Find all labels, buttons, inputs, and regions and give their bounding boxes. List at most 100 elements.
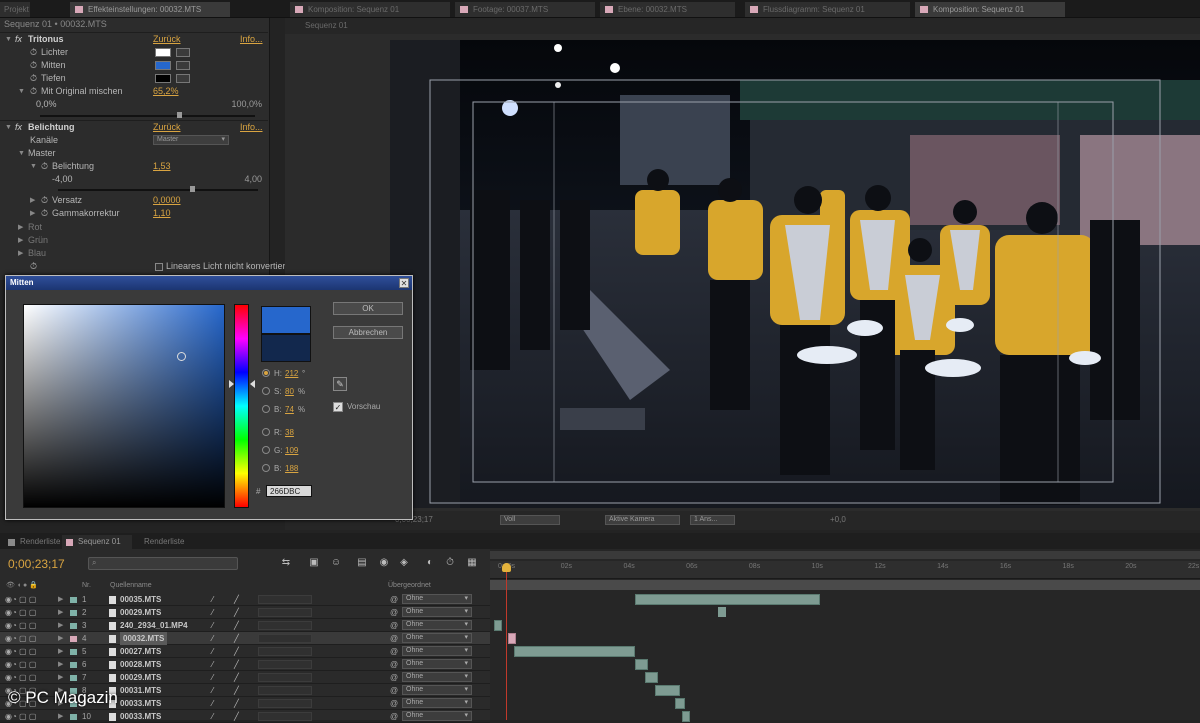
layer-row[interactable]: ◉◔ ▢ ▢ ▶ 10 00033.MTS ⁄ ╱ @ Ohne ▾ [0, 710, 490, 723]
layer-name[interactable]: 00032.MTS [120, 632, 168, 645]
hex-color-input[interactable]: 266DBC [266, 485, 312, 497]
exposure-value[interactable]: 1,53 [153, 160, 171, 173]
graph-editor-icon[interactable]: ▦ [466, 557, 478, 569]
parent-dropdown[interactable]: Ohne ▾ [402, 607, 472, 617]
layer-label-color[interactable] [70, 597, 77, 603]
layer-clip-bar[interactable] [675, 698, 685, 709]
layer-clip-bar[interactable] [508, 633, 516, 644]
fx-switch-icon[interactable]: ╱ [234, 671, 239, 684]
viewer-sequence-label[interactable]: Sequenz 01 [305, 21, 348, 30]
quality-switch-icon[interactable]: ⁄ [212, 684, 213, 697]
column-header-nr[interactable]: Nr. [82, 581, 91, 591]
parent-dropdown[interactable]: Ohne ▾ [402, 620, 472, 630]
expand-triangle-icon[interactable]: ▶ [58, 658, 63, 671]
eyedropper-icon[interactable]: ✎ [333, 377, 347, 391]
layer-label-color[interactable] [70, 675, 77, 681]
expand-triangle-icon[interactable]: ▶ [30, 194, 35, 207]
stopwatch-icon[interactable]: ⏱ [30, 46, 37, 59]
layer-switches[interactable] [258, 634, 312, 643]
eye-icon[interactable]: ◉◔ ▢ ▢ [5, 632, 36, 645]
hue-radio[interactable] [262, 369, 270, 377]
expand-triangle-icon[interactable]: ▶ [58, 671, 63, 684]
layer-name[interactable]: 00029.MTS [120, 671, 161, 684]
parent-dropdown[interactable]: Ohne ▾ [402, 646, 472, 656]
expand-triangle-icon[interactable]: ▶ [58, 710, 63, 723]
channels-dropdown[interactable]: Master ▾ [153, 135, 229, 145]
tab-render-queue[interactable]: Renderliste [4, 535, 60, 549]
tab-layer[interactable]: Ebene: 00032.MTS [600, 2, 735, 17]
effect-belichtung-header[interactable]: ▼ fx Belichtung Zurück Info... [0, 121, 268, 134]
layer-row[interactable]: ◉◔ ▢ ▢ ▶ 7 00029.MTS ⁄ ╱ @ Ohne ▾ [0, 671, 490, 684]
green-radio[interactable] [262, 446, 270, 454]
expand-triangle-icon[interactable]: ▶ [58, 632, 63, 645]
fx-switch-icon[interactable]: ╱ [234, 619, 239, 632]
shy-layers-icon[interactable]: ☺ [330, 557, 342, 569]
mix-slider-track[interactable] [40, 115, 255, 117]
tritonus-info-link[interactable]: Info... [240, 33, 263, 46]
saturation-brightness-field[interactable] [23, 304, 225, 508]
effect-tritonus-header[interactable]: ▼ fx Tritonus Zurück Info... [0, 33, 268, 46]
mix-slider-knob[interactable] [177, 112, 182, 118]
layer-label-color[interactable] [70, 649, 77, 655]
belichtung-gruen-row[interactable]: ▶ Grün [0, 234, 268, 247]
tab-flowchart[interactable]: Flussdiagramm: Sequenz 01 [745, 2, 910, 17]
layer-label-color[interactable] [70, 636, 77, 642]
layer-row[interactable]: ◉◔ ▢ ▢ ▶ 5 00027.MTS ⁄ ╱ @ Ohne ▾ [0, 645, 490, 658]
quality-switch-icon[interactable]: ⁄ [212, 710, 213, 723]
fx-icon[interactable]: fx [15, 33, 22, 46]
playhead-handle[interactable] [502, 563, 511, 572]
eyedropper-icon[interactable] [176, 61, 190, 70]
expand-triangle-icon[interactable]: ▼ [5, 121, 12, 134]
layer-clip-bar[interactable] [494, 620, 502, 631]
ok-button[interactable]: OK [333, 302, 403, 315]
expand-triangle-icon[interactable]: ▼ [18, 85, 25, 98]
eye-icon[interactable]: ◉◔ ▢ ▢ [5, 606, 36, 619]
mix-value[interactable]: 65,2% [153, 85, 179, 98]
layer-switches[interactable] [258, 686, 312, 695]
pickwhip-icon[interactable]: @ [390, 632, 398, 645]
layer-row[interactable]: ◉◔ ▢ ▢ ▶ 1 00035.MTS ⁄ ╱ @ Ohne ▾ [0, 593, 490, 606]
hue-arrow-left-icon[interactable] [229, 380, 234, 388]
parent-dropdown[interactable]: Ohne ▾ [402, 633, 472, 643]
work-area-bar[interactable] [490, 551, 1200, 559]
fx-switch-icon[interactable]: ╱ [234, 710, 239, 723]
stopwatch-icon[interactable]: ⏱ [30, 85, 37, 98]
belichtung-blau-row[interactable]: ▶ Blau [0, 247, 268, 260]
saturation-radio[interactable] [262, 387, 270, 395]
layer-name[interactable]: 00029.MTS [120, 606, 161, 619]
blue-value[interactable]: 188 [285, 463, 298, 474]
motion-blur-icon[interactable]: ◉ [378, 557, 390, 569]
stopwatch-icon[interactable]: ⏱ [41, 207, 48, 220]
eyedropper-icon[interactable] [176, 48, 190, 57]
layer-switches[interactable] [258, 660, 312, 669]
gamma-value[interactable]: 1,10 [153, 207, 171, 220]
eye-icon[interactable]: ◉◔ ▢ ▢ [5, 671, 36, 684]
expand-triangle-icon[interactable]: ▶ [58, 619, 63, 632]
eye-icon[interactable]: ◉◔ ▢ ▢ [5, 619, 36, 632]
color-cursor[interactable] [177, 352, 186, 361]
tritonus-reset-link[interactable]: Zurück [153, 33, 181, 46]
layer-name[interactable]: 240_2934_01.MP4 [120, 619, 188, 632]
playhead-line[interactable] [506, 563, 507, 720]
layer-name[interactable]: 00035.MTS [120, 593, 161, 606]
exposure-slider-track[interactable] [58, 189, 258, 191]
pickwhip-icon[interactable]: @ [390, 606, 398, 619]
layer-switches[interactable] [258, 595, 312, 604]
hue-arrow-right-icon[interactable] [250, 380, 255, 388]
brightness-value[interactable]: 74 [285, 404, 294, 415]
fx-switch-icon[interactable]: ╱ [234, 606, 239, 619]
layer-clip-bar[interactable] [514, 646, 635, 657]
layer-search-input[interactable]: ⌕ [88, 557, 238, 570]
green-value[interactable]: 109 [285, 445, 298, 456]
mitten-color-swatch[interactable] [155, 61, 171, 70]
stopwatch-icon[interactable]: ⏱ [41, 160, 48, 173]
eye-icon[interactable]: ◉◔ ▢ ▢ [5, 593, 36, 606]
belichtung-reset-link[interactable]: Zurück [153, 121, 181, 134]
old-color-preview[interactable] [261, 334, 311, 362]
layer-name[interactable]: 00031.MTS [120, 684, 161, 697]
pickwhip-icon[interactable]: @ [390, 645, 398, 658]
pickwhip-icon[interactable]: @ [390, 671, 398, 684]
layer-label-color[interactable] [70, 662, 77, 668]
work-area-range[interactable] [490, 580, 1200, 590]
expand-triangle-icon[interactable]: ▶ [58, 645, 63, 658]
